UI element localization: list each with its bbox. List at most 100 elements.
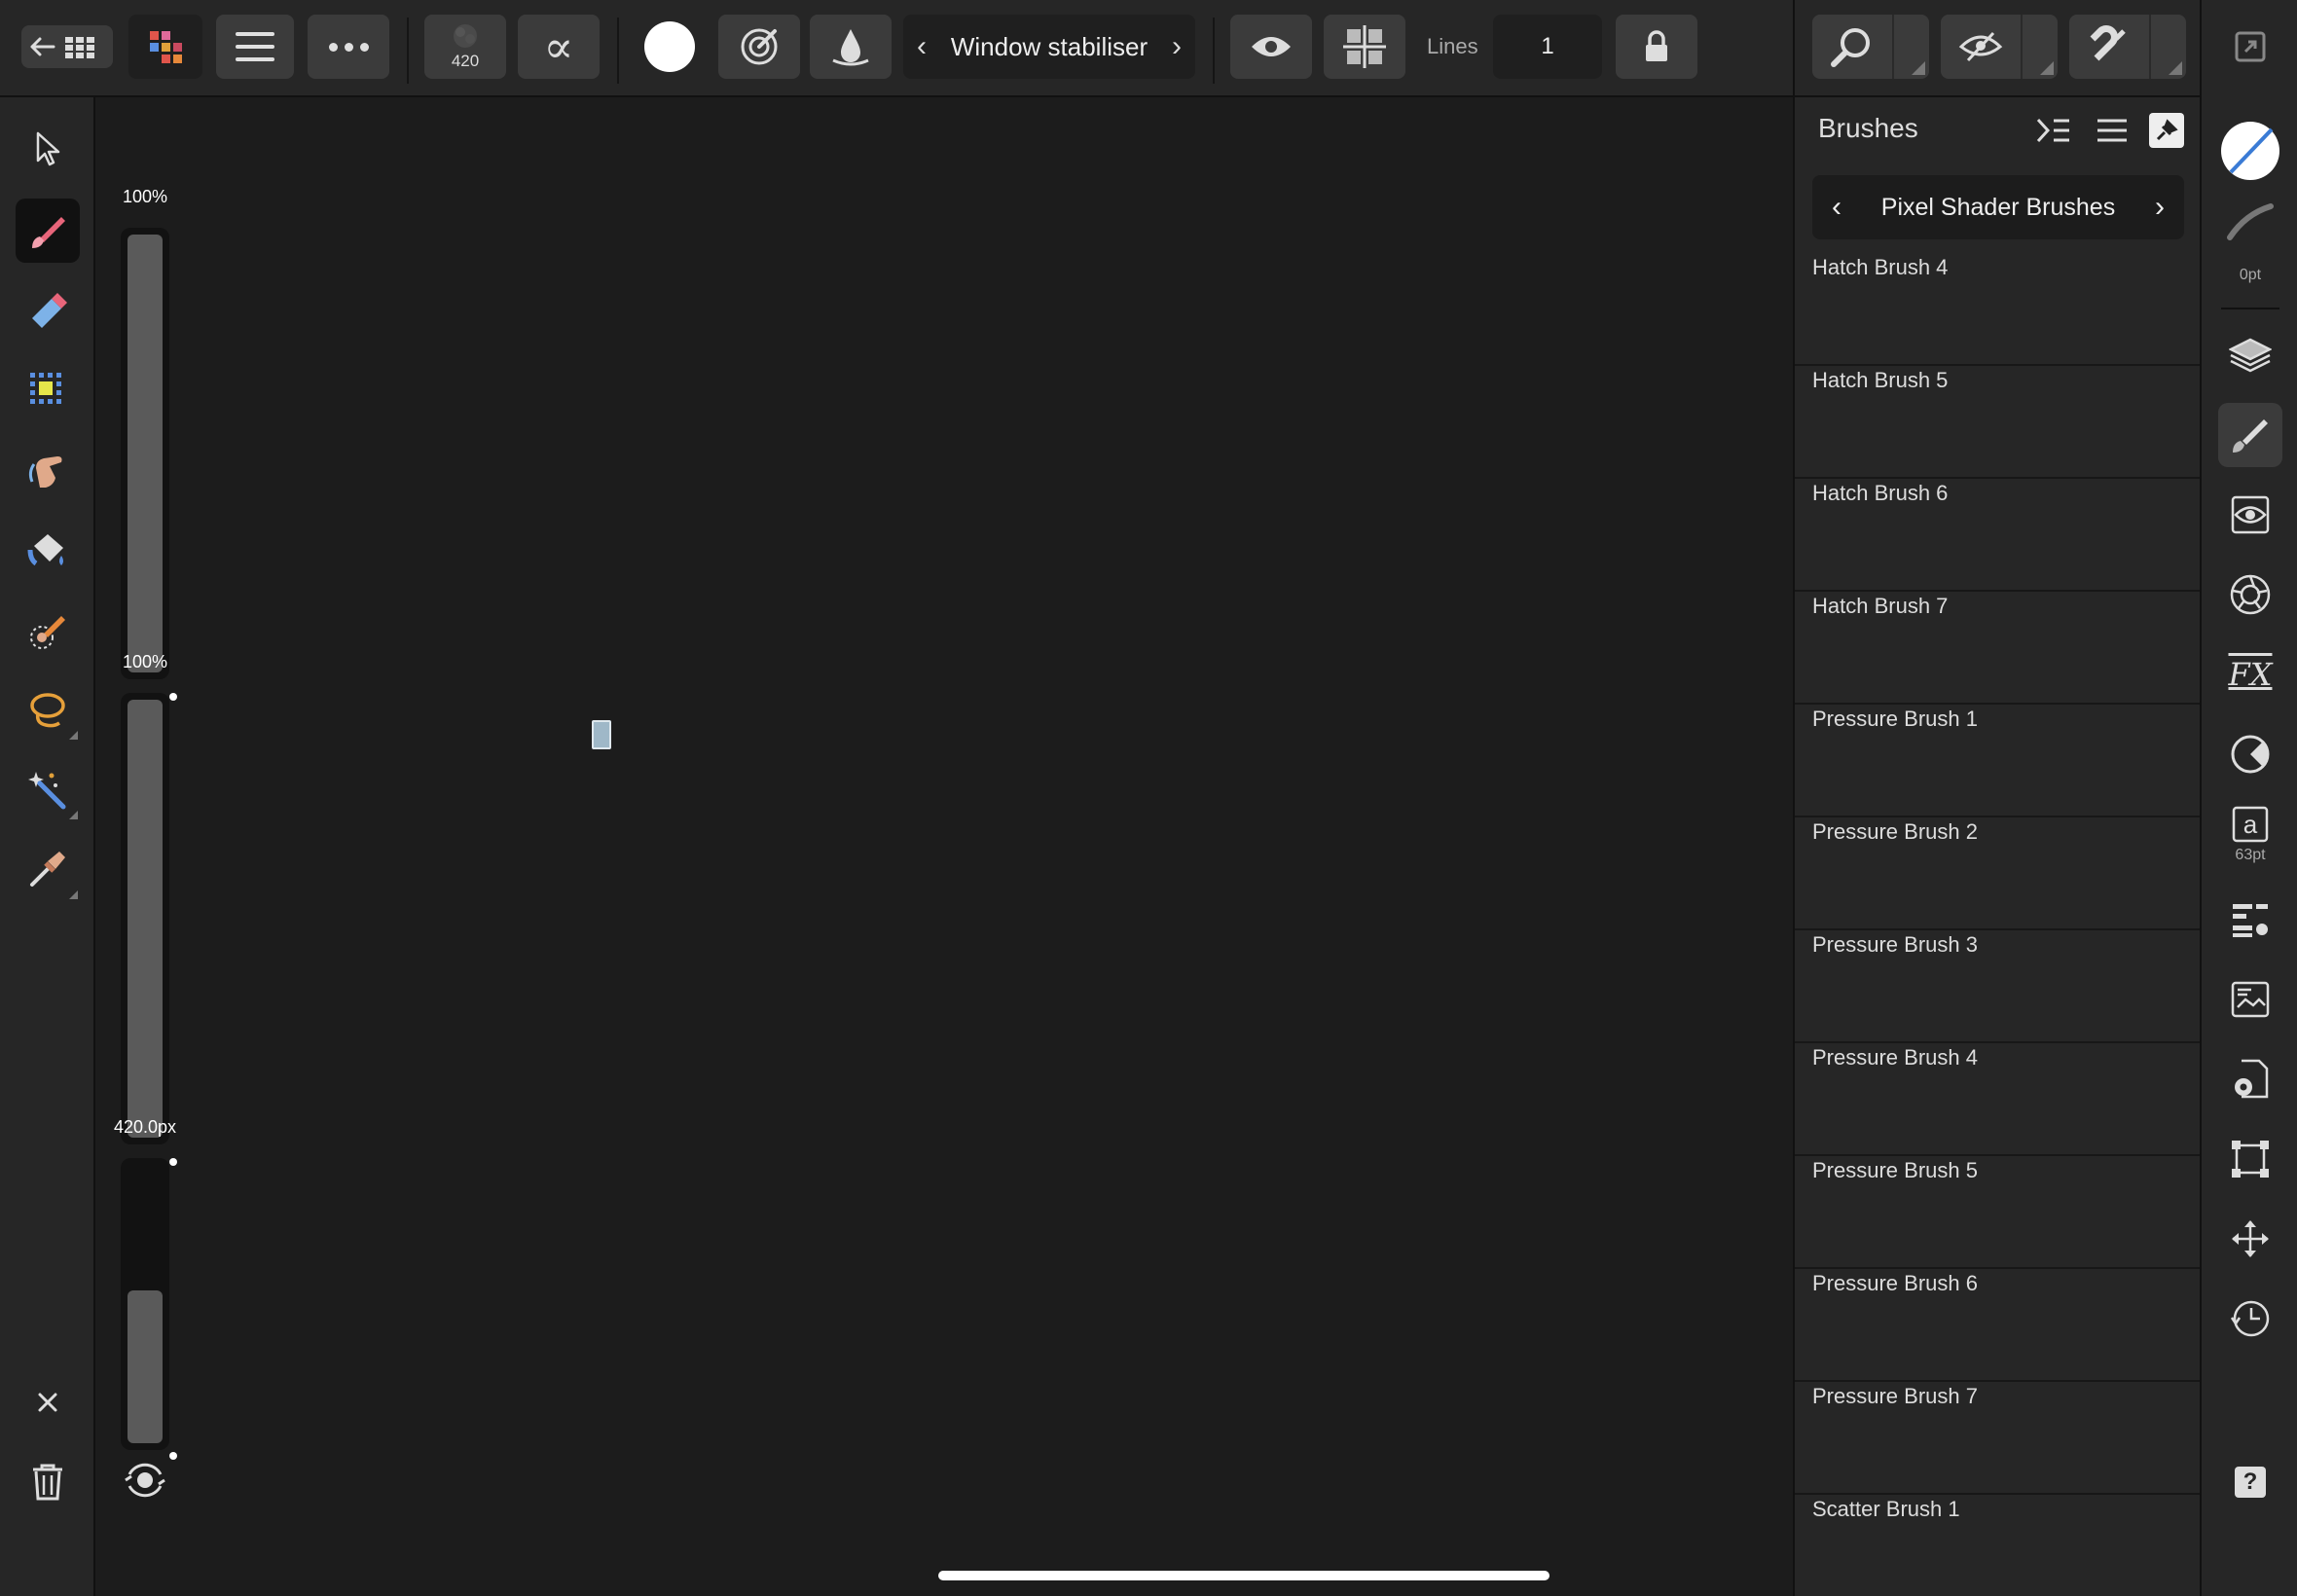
eye-icon bbox=[1252, 37, 1291, 56]
paint-brush-tool[interactable] bbox=[16, 199, 80, 263]
list-item[interactable]: Pressure Brush 1 bbox=[1795, 705, 2202, 817]
stroke-button[interactable] bbox=[2218, 195, 2282, 249]
chevron-right-icon[interactable]: › bbox=[2155, 191, 2165, 224]
lock-symmetry-button[interactable] bbox=[1616, 15, 1697, 79]
persona-button[interactable] bbox=[128, 15, 202, 79]
symmetry-button[interactable] bbox=[1324, 15, 1405, 79]
move-transform-button[interactable] bbox=[2218, 1207, 2282, 1271]
navigator-button[interactable] bbox=[2218, 967, 2282, 1032]
colour-wheel-icon bbox=[2231, 735, 2270, 774]
menu-button[interactable] bbox=[216, 15, 294, 79]
selection-wand-tool[interactable] bbox=[16, 757, 80, 821]
hamburger-icon bbox=[236, 32, 274, 61]
aperture-icon bbox=[2230, 574, 2271, 615]
help-button[interactable]: ? bbox=[2218, 1450, 2282, 1514]
smudge-tool[interactable] bbox=[16, 438, 80, 502]
view-quality-button[interactable] bbox=[1941, 15, 2058, 79]
document-settings-button[interactable] bbox=[2218, 1047, 2282, 1111]
back-to-documents-button[interactable] bbox=[21, 25, 113, 68]
color-picker-tool[interactable] bbox=[16, 837, 80, 901]
list-item[interactable]: Pressure Brush 6 bbox=[1795, 1269, 2202, 1382]
brush-name: Pressure Brush 6 bbox=[1812, 1271, 1978, 1295]
width-slider[interactable] bbox=[121, 1158, 169, 1450]
brush-category-selector[interactable]: ‹ Pixel Shader Brushes › bbox=[1812, 175, 2184, 239]
hamburger-icon bbox=[2097, 119, 2127, 142]
list-item[interactable]: Pressure Brush 5 bbox=[1795, 1156, 2202, 1269]
flow-slider-fill bbox=[128, 700, 163, 1138]
more-button[interactable] bbox=[308, 15, 389, 79]
stabiliser-selector[interactable]: ‹ Window stabiliser › bbox=[903, 15, 1195, 79]
cancel-button[interactable] bbox=[16, 1370, 80, 1434]
delete-button[interactable] bbox=[16, 1450, 80, 1514]
text-styles-button[interactable]: a bbox=[2218, 796, 2282, 852]
list-item[interactable]: Pressure Brush 7 bbox=[1795, 1382, 2202, 1495]
stroke-width-caption: 0pt bbox=[2239, 267, 2262, 283]
list-item[interactable]: Pressure Brush 2 bbox=[1795, 817, 2202, 930]
lines-field[interactable]: 1 bbox=[1493, 15, 1602, 79]
color-swatch-icon bbox=[644, 21, 695, 72]
pressure-indicator-dot bbox=[169, 693, 177, 701]
ellipsis-icon bbox=[328, 42, 369, 52]
brush-sliders: 100% 100% 420.0px bbox=[107, 171, 183, 1534]
list-item[interactable]: Hatch Brush 6 bbox=[1795, 479, 2202, 592]
brush-preview-button[interactable]: 420 bbox=[424, 15, 506, 79]
pin-icon bbox=[2156, 119, 2178, 141]
canvas[interactable] bbox=[95, 97, 1793, 1596]
corner-triangle-icon bbox=[2040, 61, 2054, 75]
pixel-tool[interactable] bbox=[16, 358, 80, 422]
brush-dynamics-button[interactable] bbox=[718, 15, 800, 79]
flood-fill-tool[interactable] bbox=[16, 518, 80, 582]
brush-name: Pressure Brush 2 bbox=[1812, 819, 1978, 844]
pressure-indicator-dot bbox=[169, 1158, 177, 1166]
flow-slider[interactable] bbox=[121, 693, 169, 1144]
symmetry-preview-button[interactable] bbox=[1230, 15, 1312, 79]
top-right-toolbar bbox=[1793, 0, 2200, 97]
dynamics-icon bbox=[741, 28, 778, 65]
lines-value: 1 bbox=[1541, 33, 1554, 59]
move-tool[interactable] bbox=[16, 117, 80, 181]
colour-button[interactable] bbox=[2218, 722, 2282, 786]
eraser-icon bbox=[32, 293, 67, 328]
layers-button[interactable] bbox=[2218, 323, 2282, 387]
freehand-selection-tool[interactable] bbox=[16, 677, 80, 742]
chevron-left-icon[interactable]: ‹ bbox=[917, 30, 927, 63]
list-item[interactable]: Hatch Brush 7 bbox=[1795, 592, 2202, 705]
chevron-right-icon[interactable]: › bbox=[1172, 30, 1182, 63]
pin-panel-button[interactable] bbox=[2149, 113, 2184, 148]
list-item[interactable]: Hatch Brush 4 bbox=[1795, 253, 2202, 366]
swatches-button[interactable] bbox=[2218, 888, 2282, 952]
zoom-button[interactable] bbox=[1812, 15, 1929, 79]
panel-menu-button[interactable] bbox=[2093, 111, 2132, 150]
fill-color-button[interactable] bbox=[2218, 119, 2282, 183]
brush-category-label: Pixel Shader Brushes bbox=[1880, 193, 2116, 221]
chevron-left-icon[interactable]: ‹ bbox=[1832, 191, 1841, 224]
brush-name: Hatch Brush 4 bbox=[1812, 255, 1949, 279]
maximize-button[interactable] bbox=[2218, 15, 2282, 79]
transform-button[interactable] bbox=[2218, 1127, 2282, 1191]
width-mode-button[interactable] bbox=[121, 1456, 169, 1505]
list-item[interactable]: Scatter Brush 1 bbox=[1795, 1495, 2202, 1596]
brush-name: Scatter Brush 1 bbox=[1812, 1497, 1960, 1521]
wet-edges-button[interactable] bbox=[810, 15, 892, 79]
list-item[interactable]: Hatch Brush 5 bbox=[1795, 366, 2202, 479]
list-item[interactable]: Pressure Brush 3 bbox=[1795, 930, 2202, 1043]
list-icon bbox=[2233, 904, 2268, 937]
blend-mode-button[interactable]: ∝ bbox=[518, 15, 600, 79]
selection-brush-tool[interactable] bbox=[16, 598, 80, 662]
brush-list: Hatch Brush 4 Hatch Brush 5 Hatch Brush … bbox=[1795, 253, 2202, 1596]
brush-name: Pressure Brush 3 bbox=[1812, 932, 1978, 957]
channels-button[interactable] bbox=[2218, 483, 2282, 547]
adjustments-button[interactable] bbox=[2218, 562, 2282, 627]
collapse-panel-button[interactable] bbox=[2034, 111, 2073, 150]
toolbar-divider bbox=[617, 18, 619, 84]
fx-icon: FX bbox=[2228, 656, 2273, 693]
erase-brush-tool[interactable] bbox=[16, 278, 80, 343]
history-button[interactable] bbox=[2218, 1287, 2282, 1351]
list-item[interactable]: Pressure Brush 4 bbox=[1795, 1043, 2202, 1156]
snapping-button[interactable] bbox=[2069, 15, 2186, 79]
effects-button[interactable]: FX bbox=[2218, 642, 2282, 707]
brush-name: Hatch Brush 6 bbox=[1812, 481, 1949, 505]
color-button[interactable] bbox=[635, 15, 705, 79]
brushes-studio-button[interactable] bbox=[2218, 403, 2282, 467]
opacity-slider[interactable] bbox=[121, 228, 169, 679]
